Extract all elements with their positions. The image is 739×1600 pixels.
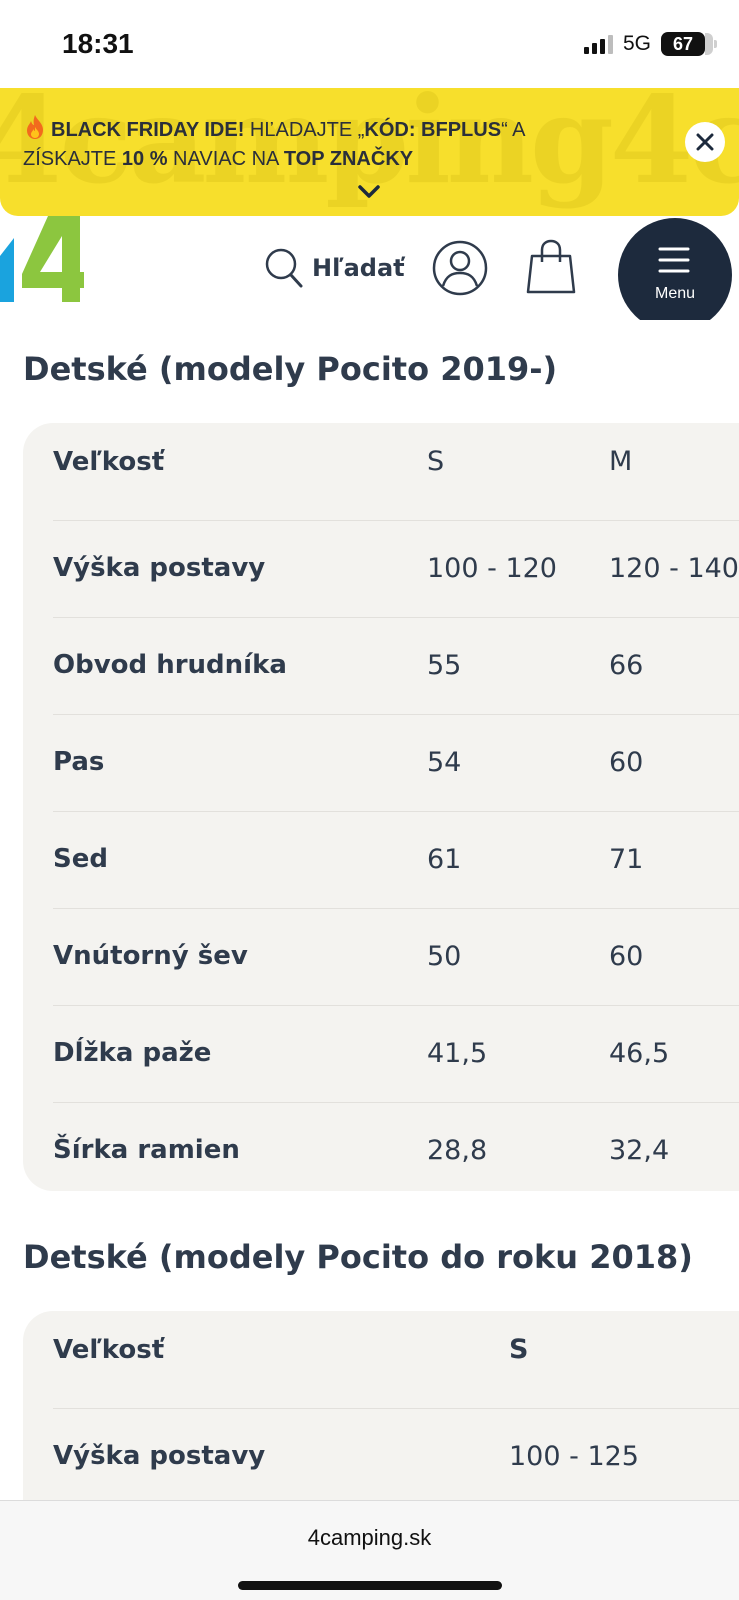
network-type: 5G [622,32,651,55]
table-cell: 71 [609,844,644,875]
promo-text-part: HĽADAJTE „ [244,119,365,141]
url-text[interactable]: 4camping.sk [0,1525,739,1551]
close-button[interactable] [685,122,725,162]
section-title: Detské (modely Pocito do roku 2018) [23,1238,693,1276]
promo-brands: TOP ZNAČKY [283,148,414,170]
search-icon [265,248,303,288]
row-label: Pas [53,747,105,777]
column-header: S [427,446,445,477]
row-label: Dĺžka paže [53,1038,212,1068]
site-header: Hľadať Menu [0,216,739,332]
table-cell: 61 [427,844,462,875]
table-cell: 54 [427,747,462,778]
status-bar: 18:31 5G 67 [0,0,739,88]
promo-text: BLACK FRIDAY IDE! HĽADAJTE „KÓD: BFPLUS“… [23,114,623,174]
close-icon [696,133,714,151]
table-row: Sed 61 71 [23,811,739,908]
battery-icon: 67 [661,32,717,56]
table-row: Pas 54 60 [23,714,739,811]
row-label: Sed [53,844,108,874]
table-cell: 32,4 [609,1135,670,1166]
table-row: Vnútorný šev 50 60 [23,908,739,1005]
table-row: Výška postavy 100 - 125 1 [23,1408,739,1500]
promo-code: KÓD: BFPLUS [364,119,502,141]
table-cell: 60 [609,747,644,778]
table-cell: 100 - 125 [509,1441,639,1472]
table-row: Obvod hrudníka 55 66 [23,617,739,714]
table-cell: 55 [427,650,462,681]
table-cell: 28,8 [427,1135,488,1166]
browser-url-bar[interactable]: 4camping.sk [0,1500,739,1600]
row-label: Výška postavy [53,553,266,583]
cart-icon[interactable] [524,238,578,296]
row-label: Obvod hrudníka [53,650,287,680]
logo[interactable] [0,216,84,308]
promo-headline: BLACK FRIDAY IDE! [51,119,245,141]
row-label: Šírka ramien [53,1135,240,1165]
table-cell: 120 - 140 [609,553,739,584]
signal-icon [583,34,613,54]
menu-button[interactable]: Menu [618,218,732,332]
promo-text-part: NAVIAC NA [167,148,284,170]
size-table: Veľkosť S M Výška postavy 100 - 125 1 [23,1311,739,1500]
home-indicator[interactable] [238,1581,502,1590]
status-time: 18:31 [62,28,134,59]
column-header: M [609,446,633,477]
row-label: Veľkosť [53,447,165,477]
table-row: Šírka ramien 28,8 32,4 [23,1102,739,1191]
search-button[interactable]: Hľadať [264,246,405,290]
table-cell: 50 [427,941,462,972]
row-label: Veľkosť [53,1335,165,1365]
table-header-row: Veľkosť S M [23,1311,739,1408]
user-icon[interactable] [432,240,488,296]
column-header: S [509,1334,529,1365]
table-row: Dĺžka paže 41,5 46,5 [23,1005,739,1102]
table-cell: 100 - 120 [427,553,557,584]
fire-icon [27,115,43,139]
table-header-row: Veľkosť S M [23,423,739,520]
table-cell: 46,5 [609,1038,670,1069]
size-chart-content: Detské (modely Pocito 2019-) Veľkosť S M… [0,320,739,1500]
row-label: Vnútorný šev [53,941,248,971]
section-title: Detské (modely Pocito 2019-) [23,350,558,388]
status-indicators: 5G 67 [583,32,717,56]
table-cell: 41,5 [427,1038,488,1069]
promo-discount: 10 % [121,148,168,170]
row-label: Výška postavy [53,1441,266,1471]
table-cell: 66 [609,650,644,681]
chevron-down-icon[interactable] [357,184,381,200]
table-row: Výška postavy 100 - 120 120 - 140 [23,520,739,617]
hamburger-icon [658,247,690,273]
table-cell: 60 [609,941,644,972]
search-label: Hľadať [312,254,405,282]
size-table: Veľkosť S M Výška postavy 100 - 120 120 … [23,423,739,1191]
menu-label: Menu [654,285,696,302]
